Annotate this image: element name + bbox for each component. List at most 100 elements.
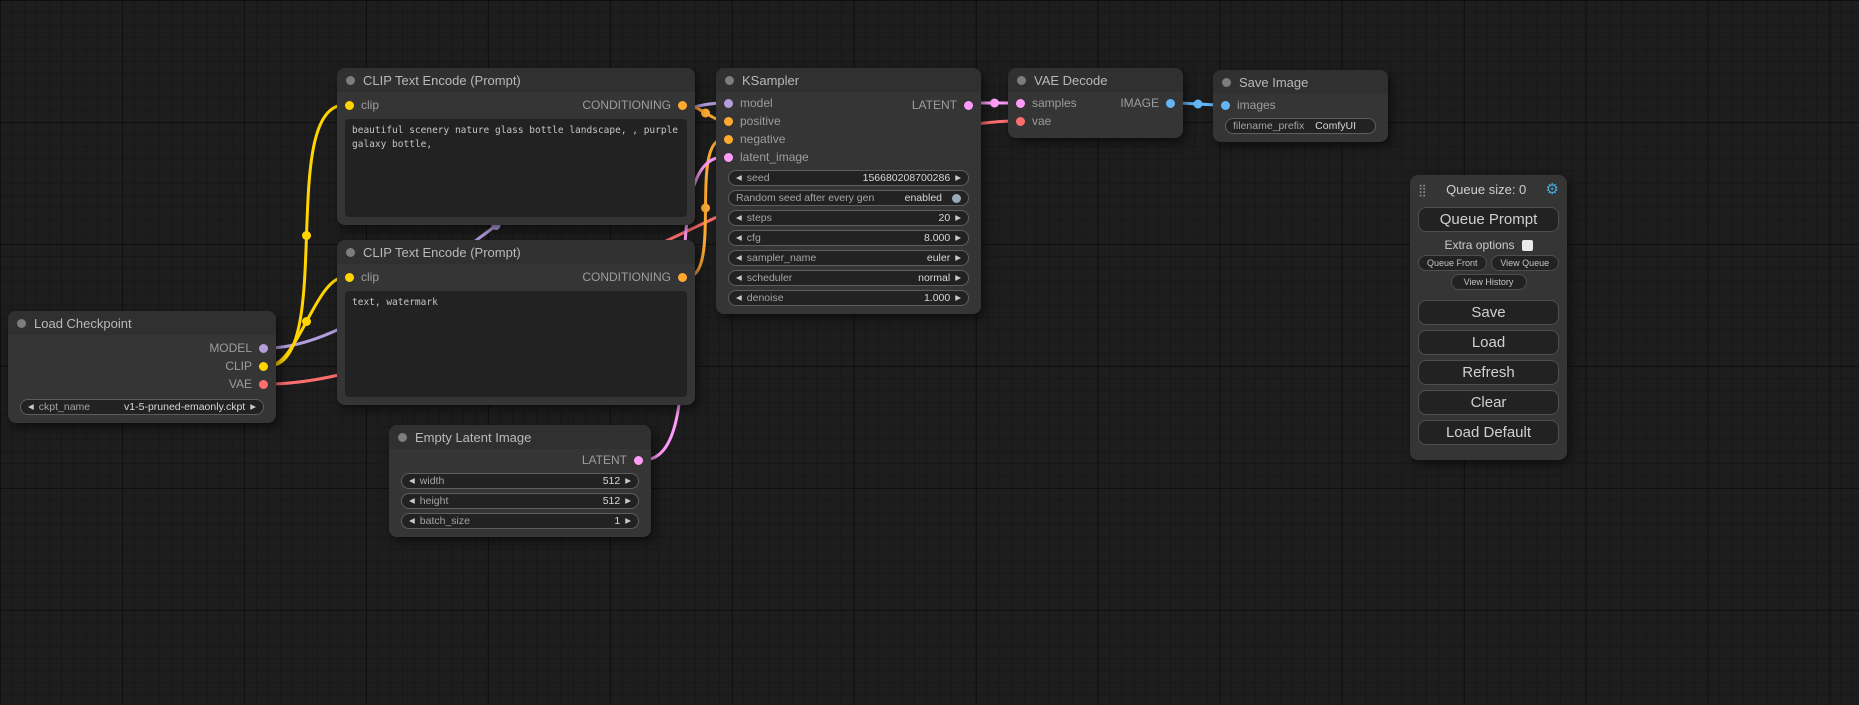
node-title-bar[interactable]: Save Image [1213,70,1388,94]
node-empty-latent-image[interactable]: Empty Latent Image LATENT ◀ width 512 ▶ … [389,425,651,537]
widget-seed[interactable]: ◀ seed 156680208700286 ▶ [728,170,969,186]
wire-midpoint-dot [990,99,999,108]
output-port-latent[interactable] [634,456,643,465]
input-port-vae[interactable] [1016,117,1025,126]
node-collapse-dot[interactable] [17,319,26,328]
increment-arrow[interactable]: ▶ [955,294,961,302]
input-port-clip[interactable] [345,273,354,282]
node-collapse-dot[interactable] [346,76,355,85]
slot-label: latent_image [740,150,809,164]
widget-sampler-name[interactable]: ◀ sampler_name euler ▶ [728,250,969,266]
widget-random-seed-toggle[interactable]: Random seed after every gen enabled [728,190,969,206]
output-slot-image: IMAGE [1120,94,1175,112]
decrement-arrow[interactable]: ◀ [736,234,742,242]
node-ksampler[interactable]: KSampler model positive negative latent_… [716,68,981,314]
negative-prompt-textarea[interactable]: text, watermark [345,291,687,397]
decrement-arrow[interactable]: ◀ [409,517,415,525]
widget-value: euler [927,252,950,264]
decrement-arrow[interactable]: ◀ [736,174,742,182]
decrement-arrow[interactable]: ◀ [736,274,742,282]
node-title-bar[interactable]: CLIP Text Encode (Prompt) [337,240,695,264]
increment-arrow[interactable]: ▶ [955,174,961,182]
node-collapse-dot[interactable] [1017,76,1026,85]
input-port-clip[interactable] [345,101,354,110]
output-port-conditioning[interactable] [678,101,687,110]
queue-front-button[interactable]: Queue Front [1418,255,1487,271]
decrement-arrow[interactable]: ◀ [736,254,742,262]
node-clip-text-encode-negative[interactable]: CLIP Text Encode (Prompt) clip CONDITION… [337,240,695,405]
widget-filename-prefix[interactable]: filename_prefix ComfyUI [1225,118,1376,134]
increment-arrow[interactable]: ▶ [625,517,631,525]
widget-value: 1.000 [924,292,950,304]
increment-arrow[interactable]: ▶ [955,274,961,282]
output-port-clip[interactable] [259,362,268,371]
clear-button[interactable]: Clear [1418,390,1559,415]
input-port-model[interactable] [724,99,733,108]
load-default-button[interactable]: Load Default [1418,420,1559,445]
positive-prompt-textarea[interactable]: beautiful scenery nature glass bottle la… [345,119,687,217]
decrement-arrow[interactable]: ◀ [409,477,415,485]
widget-height[interactable]: ◀ height 512 ▶ [401,493,639,509]
node-title-bar[interactable]: KSampler [716,68,981,92]
widget-value: 20 [939,212,951,224]
input-port-negative[interactable] [724,135,733,144]
slot-label: vae [1032,114,1051,128]
input-port-samples[interactable] [1016,99,1025,108]
decrement-arrow[interactable]: ◀ [736,294,742,302]
slot-label: CONDITIONING [582,270,671,284]
widget-width[interactable]: ◀ width 512 ▶ [401,473,639,489]
widget-batch-size[interactable]: ◀ batch_size 1 ▶ [401,513,639,529]
toggle-knob[interactable] [952,194,961,203]
widget-steps[interactable]: ◀ steps 20 ▶ [728,210,969,226]
node-collapse-dot[interactable] [398,433,407,442]
increment-arrow[interactable]: ▶ [955,254,961,262]
save-button[interactable]: Save [1418,300,1559,325]
settings-gear-icon[interactable]: ⚙ [1546,182,1559,197]
node-collapse-dot[interactable] [1222,78,1231,87]
decrement-arrow[interactable]: ◀ [409,497,415,505]
widget-value: v1-5-pruned-emaonly.ckpt [124,401,245,413]
node-load-checkpoint[interactable]: Load Checkpoint MODEL CLIP VAE ◀ ckpt_na… [8,311,276,423]
widget-label: height [420,495,449,507]
increment-arrow[interactable]: ▶ [625,477,631,485]
drag-handle-icon[interactable]: ⣿ [1418,183,1427,197]
increment-arrow[interactable]: ▶ [955,234,961,242]
widget-cfg[interactable]: ◀ cfg 8.000 ▶ [728,230,969,246]
node-collapse-dot[interactable] [346,248,355,257]
input-slot-latent-image: latent_image [716,148,981,166]
input-slot-positive: positive [716,112,981,130]
widget-denoise[interactable]: ◀ denoise 1.000 ▶ [728,290,969,306]
decrement-arrow[interactable]: ◀ [28,403,34,411]
load-button[interactable]: Load [1418,330,1559,355]
increment-arrow[interactable]: ▶ [250,403,256,411]
decrement-arrow[interactable]: ◀ [736,214,742,222]
extra-options-checkbox[interactable] [1522,240,1533,251]
output-port-image[interactable] [1166,99,1175,108]
node-save-image[interactable]: Save Image images filename_prefix ComfyU… [1213,70,1388,142]
input-port-latent-image[interactable] [724,153,733,162]
output-slot-latent: LATENT [389,451,651,469]
node-vae-decode[interactable]: VAE Decode samples vae IMAGE [1008,68,1183,138]
widget-scheduler[interactable]: ◀ scheduler normal ▶ [728,270,969,286]
node-title: VAE Decode [1034,73,1107,88]
node-title-bar[interactable]: CLIP Text Encode (Prompt) [337,68,695,92]
view-queue-button[interactable]: View Queue [1491,255,1560,271]
view-history-button[interactable]: View History [1451,274,1527,290]
node-title-bar[interactable]: Load Checkpoint [8,311,276,335]
node-title-bar[interactable]: VAE Decode [1008,68,1183,92]
increment-arrow[interactable]: ▶ [625,497,631,505]
input-port-images[interactable] [1221,101,1230,110]
output-port-conditioning[interactable] [678,273,687,282]
increment-arrow[interactable]: ▶ [955,214,961,222]
refresh-button[interactable]: Refresh [1418,360,1559,385]
node-clip-text-encode-positive[interactable]: CLIP Text Encode (Prompt) clip CONDITION… [337,68,695,225]
queue-prompt-button[interactable]: Queue Prompt [1418,207,1559,232]
widget-ckpt-name[interactable]: ◀ ckpt_name v1-5-pruned-emaonly.ckpt ▶ [20,399,264,415]
node-title-bar[interactable]: Empty Latent Image [389,425,651,449]
node-collapse-dot[interactable] [725,76,734,85]
output-port-latent[interactable] [964,101,973,110]
output-port-model[interactable] [259,344,268,353]
node-graph-canvas[interactable]: Load Checkpoint MODEL CLIP VAE ◀ ckpt_na… [0,0,1859,705]
output-port-vae[interactable] [259,380,268,389]
input-port-positive[interactable] [724,117,733,126]
